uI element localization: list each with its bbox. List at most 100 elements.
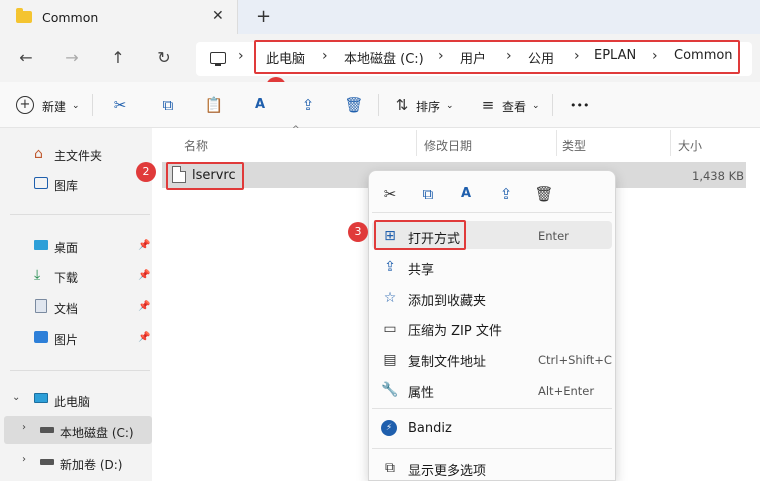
menu-item-show-more-options[interactable]: 显示更多选项 bbox=[408, 460, 486, 479]
divider bbox=[10, 370, 150, 371]
zip-icon: ▭ bbox=[383, 321, 397, 337]
paste-icon[interactable]: 📋 bbox=[204, 95, 224, 115]
sidebar-item-this-pc[interactable]: 此电脑 bbox=[54, 393, 90, 410]
breadcrumb-separator: › bbox=[322, 48, 328, 64]
download-icon: ⤓ bbox=[34, 267, 41, 283]
breadcrumb-common[interactable]: Common bbox=[674, 48, 733, 63]
menu-item-properties[interactable]: 属性 bbox=[408, 382, 434, 401]
new-button[interactable]: 新建 bbox=[42, 98, 66, 115]
divider bbox=[372, 212, 612, 213]
column-header-date[interactable]: 修改日期 bbox=[424, 137, 472, 154]
cut-icon[interactable]: ✂ bbox=[380, 184, 400, 204]
sidebar-item-home[interactable]: 主文件夹 bbox=[54, 147, 102, 164]
pin-icon[interactable]: 📌 bbox=[138, 270, 150, 281]
bandizip-icon: ⚡ bbox=[381, 420, 397, 436]
sidebar-item-new-volume[interactable]: 新加卷 (D:) bbox=[60, 456, 122, 473]
divider bbox=[372, 448, 612, 449]
pin-icon[interactable]: 📌 bbox=[138, 240, 150, 251]
breadcrumb-separator: › bbox=[438, 48, 444, 64]
breadcrumb-separator: › bbox=[506, 48, 512, 64]
breadcrumb-separator: › bbox=[574, 48, 580, 64]
drive-icon bbox=[40, 427, 54, 433]
share-icon[interactable]: ⇪ bbox=[496, 184, 516, 204]
back-button[interactable]: ← bbox=[14, 46, 38, 70]
tab-title: Common bbox=[42, 10, 99, 25]
chevron-down-icon: ⌄ bbox=[446, 101, 454, 111]
breadcrumb-separator: › bbox=[238, 48, 244, 64]
drive-icon bbox=[40, 459, 54, 465]
column-header-type[interactable]: 类型 bbox=[562, 137, 586, 154]
star-icon: ☆ bbox=[383, 290, 397, 306]
more-options-icon: ⧉ bbox=[385, 460, 395, 476]
sidebar-item-gallery[interactable]: 图库 bbox=[54, 177, 78, 194]
sidebar-item-downloads[interactable]: 下载 bbox=[54, 269, 78, 286]
shortcut-alt-enter: Alt+Enter bbox=[538, 384, 595, 398]
column-divider[interactable] bbox=[670, 130, 671, 156]
computer-icon bbox=[210, 52, 226, 66]
new-plus-icon: + bbox=[16, 96, 34, 114]
pin-icon[interactable]: 📌 bbox=[138, 332, 150, 343]
menu-item-copy-path[interactable]: 复制文件地址 bbox=[408, 351, 486, 370]
sort-ascending-icon: ^ bbox=[292, 125, 300, 135]
column-header-name[interactable]: 名称 bbox=[184, 137, 208, 154]
pictures-icon bbox=[34, 331, 48, 343]
menu-item-share[interactable]: 共享 bbox=[408, 259, 434, 278]
file-size: 1,438 KB bbox=[692, 169, 745, 183]
sidebar-item-documents[interactable]: 文档 bbox=[54, 300, 78, 317]
rename-icon[interactable]: A bbox=[456, 184, 476, 204]
shortcut-ctrl-shift-c: Ctrl+Shift+C bbox=[538, 353, 612, 367]
share-icon[interactable]: ⇪ bbox=[298, 95, 318, 115]
folder-icon bbox=[16, 8, 32, 23]
cut-icon[interactable]: ✂ bbox=[110, 95, 130, 115]
open-with-highlight bbox=[374, 220, 466, 250]
step-badge-2: 2 bbox=[136, 162, 156, 182]
chevron-down-icon: ⌄ bbox=[532, 101, 540, 111]
tab-common[interactable] bbox=[0, 0, 238, 34]
sidebar-item-pictures[interactable]: 图片 bbox=[54, 331, 78, 348]
expand-chevron-right-icon[interactable]: › bbox=[22, 422, 26, 433]
breadcrumb-separator: › bbox=[652, 48, 658, 64]
file-highlight bbox=[166, 162, 244, 190]
delete-icon[interactable]: 🗑 bbox=[344, 95, 364, 115]
wrench-icon: 🔧 bbox=[381, 382, 399, 398]
close-tab-icon[interactable]: ✕ bbox=[212, 8, 224, 24]
column-divider[interactable] bbox=[556, 130, 557, 156]
shortcut-enter: Enter bbox=[538, 229, 569, 243]
menu-item-add-favorites[interactable]: 添加到收藏夹 bbox=[408, 290, 486, 309]
sort-button[interactable]: 排序 bbox=[416, 98, 440, 115]
home-icon: ⌂ bbox=[34, 146, 43, 162]
breadcrumb-this-pc[interactable]: 此电脑 bbox=[266, 48, 305, 67]
chevron-down-icon: ⌄ bbox=[72, 101, 80, 111]
view-icon: ≡ bbox=[481, 96, 495, 114]
up-button[interactable]: ↑ bbox=[106, 46, 130, 70]
forward-button[interactable]: → bbox=[60, 46, 84, 70]
desktop-icon bbox=[34, 240, 48, 250]
new-tab-button[interactable]: + bbox=[256, 6, 271, 27]
column-divider[interactable] bbox=[416, 130, 417, 156]
breadcrumb-eplan[interactable]: EPLAN bbox=[594, 48, 636, 63]
breadcrumb-users[interactable]: 用户 bbox=[460, 48, 486, 67]
copy-icon[interactable]: ⧉ bbox=[158, 95, 178, 115]
more-options-button[interactable]: ••• bbox=[570, 99, 589, 112]
expand-chevron-right-icon[interactable]: › bbox=[22, 454, 26, 465]
divider bbox=[92, 94, 93, 116]
menu-item-bandizip[interactable]: Bandiz bbox=[408, 421, 452, 436]
rename-icon[interactable]: A bbox=[250, 95, 270, 115]
sort-icon: ⇅ bbox=[395, 96, 409, 114]
delete-icon[interactable]: 🗑 bbox=[534, 184, 554, 204]
computer-icon bbox=[34, 393, 48, 403]
sidebar-item-desktop[interactable]: 桌面 bbox=[54, 239, 78, 256]
breadcrumb-public[interactable]: 公用 bbox=[528, 48, 554, 67]
sidebar-item-local-disk[interactable]: 本地磁盘 (C:) bbox=[60, 424, 134, 441]
share-icon: ⇪ bbox=[384, 259, 396, 275]
divider bbox=[10, 214, 150, 215]
breadcrumb-local-disk[interactable]: 本地磁盘 (C:) bbox=[344, 48, 424, 67]
copy-icon[interactable]: ⧉ bbox=[418, 184, 438, 204]
pin-icon[interactable]: 📌 bbox=[138, 301, 150, 312]
menu-item-compress-zip[interactable]: 压缩为 ZIP 文件 bbox=[408, 320, 502, 339]
documents-icon bbox=[35, 299, 47, 313]
column-header-size[interactable]: 大小 bbox=[678, 137, 702, 154]
view-button[interactable]: 查看 bbox=[502, 98, 526, 115]
refresh-button[interactable]: ↻ bbox=[152, 46, 176, 70]
expand-chevron-down-icon[interactable]: ⌄ bbox=[12, 392, 20, 403]
